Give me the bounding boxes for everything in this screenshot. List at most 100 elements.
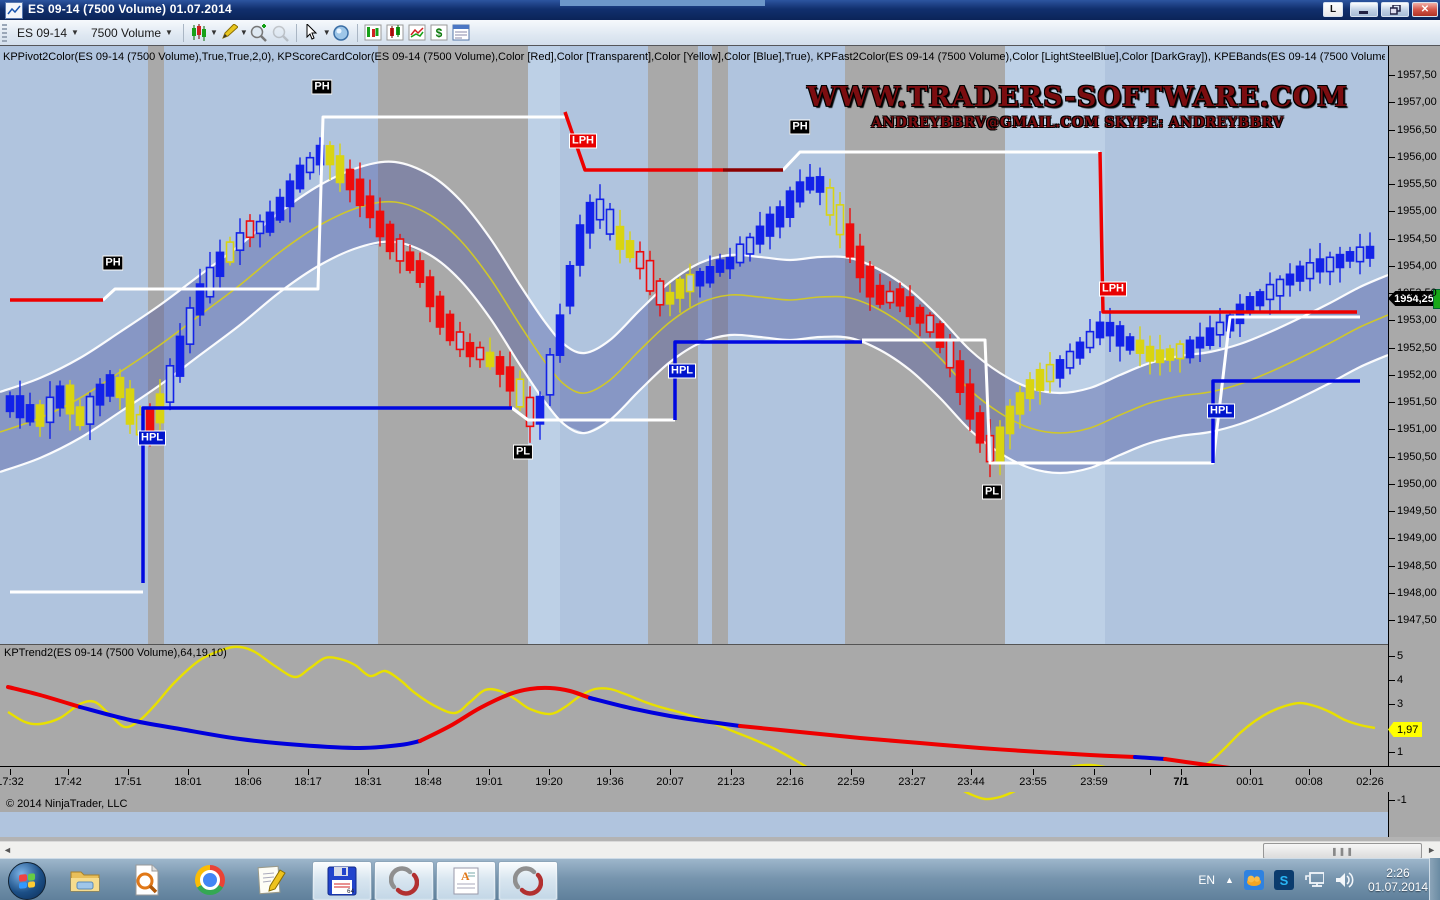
time-tick (489, 769, 490, 775)
time-label: 17:51 (114, 776, 142, 788)
price-tick-dash (1389, 157, 1395, 158)
scroll-left-icon[interactable]: ◄ (3, 845, 12, 855)
search-taskbar-icon[interactable] (128, 863, 166, 897)
language-indicator[interactable]: EN (1198, 873, 1215, 887)
instrument-selector[interactable]: ES 09-14 ▼ (11, 24, 85, 42)
zoom-in-icon[interactable] (249, 24, 269, 42)
pivot-label-hpl: HPL (138, 431, 166, 446)
toolbar-separator (183, 24, 184, 42)
price-tick-dash (1389, 593, 1395, 594)
chevron-down-icon[interactable]: ▼ (210, 28, 218, 37)
chrome-taskbar-icon[interactable] (191, 863, 229, 897)
time-label: 18:17 (294, 776, 322, 788)
time-tick (610, 769, 611, 775)
market-analyzer-icon[interactable] (385, 24, 405, 42)
price-tick-label: 1948,00 (1397, 587, 1437, 599)
price-tick-dash (1389, 620, 1395, 621)
scrollbar-thumb[interactable]: ❚❚❚ (1263, 843, 1422, 859)
time-tick (1250, 769, 1251, 775)
pivot-label-pl: PL (982, 485, 1002, 500)
price-tick-dash (1389, 566, 1395, 567)
account-dollar-icon[interactable]: $ (429, 24, 449, 42)
pivot-label-ph: PH (789, 120, 810, 135)
time-tick (1094, 769, 1095, 775)
chevron-down-icon[interactable]: ▼ (240, 28, 248, 37)
price-tick-label: 1947,50 (1397, 614, 1437, 626)
panel-tick-label: 4 (1397, 674, 1403, 686)
price-panel-canvas[interactable] (0, 46, 1388, 644)
price-tick-label: 1949,50 (1397, 505, 1437, 517)
panel-tick-dash (1389, 704, 1395, 705)
saved-chart-taskbar-button[interactable]: 64 (312, 861, 372, 900)
scroll-right-icon[interactable]: ► (1427, 845, 1436, 855)
wordpad-taskbar-button[interactable]: A (436, 861, 496, 900)
panel-tick-dash (1389, 800, 1395, 801)
price-axis[interactable]: 1954,25 1,97 -0,238 1957,501957,001956,5… (1388, 46, 1440, 837)
properties-form-icon[interactable] (451, 24, 471, 42)
taskbar-clock[interactable]: 2:26 01.07.2014 (1368, 866, 1428, 894)
time-label: 23:44 (957, 776, 985, 788)
time-label: 23:55 (1019, 776, 1047, 788)
volume-tray-icon[interactable] (1334, 870, 1354, 890)
toolbar-grip[interactable] (2, 24, 7, 42)
price-tick-dash (1389, 130, 1395, 131)
toolbar-separator (357, 24, 358, 42)
notepad-taskbar-icon[interactable] (253, 863, 291, 897)
price-tick-dash (1389, 266, 1395, 267)
ninjatrader-taskbar-button-2[interactable] (498, 861, 558, 900)
panel-tick-label: 5 (1397, 650, 1403, 662)
chart-toolbar: ES 09-14 ▼ 7500 Volume ▼ ▼ ▼ ▼ (0, 20, 1440, 46)
price-tick-dash (1389, 457, 1395, 458)
skype-tray-icon[interactable]: S (1274, 870, 1294, 890)
explorer-taskbar-icon[interactable] (66, 863, 104, 897)
chart-trader-icon[interactable] (363, 24, 383, 42)
price-tick-dash (1389, 538, 1395, 539)
tray-expand-icon[interactable]: ▲ (1225, 875, 1234, 885)
taskbar: 64 A EN ▲ S 2:26 (0, 858, 1440, 900)
close-icon[interactable]: ✕ (1412, 2, 1438, 17)
price-tick-dash (1389, 348, 1395, 349)
zoom-out-icon[interactable] (271, 24, 291, 42)
copyright-text: © 2014 NinjaTrader, LLC (6, 798, 127, 810)
tray-time: 2:26 (1368, 866, 1428, 880)
chart-area[interactable]: KPPivot2Color(ES 09-14 (7500 Volume),Tru… (0, 46, 1440, 837)
time-label: 7/1 (1173, 776, 1188, 788)
background-window-edge (560, 0, 765, 6)
link-button[interactable]: L (1323, 2, 1343, 17)
start-button[interactable] (8, 862, 46, 900)
window-titlebar[interactable]: ES 09-14 (7500 Volume) 01.07.2014 L ✕ (0, 0, 1440, 20)
cursor-icon[interactable] (302, 24, 322, 42)
chart-style-icon[interactable] (189, 24, 209, 42)
price-tick-label: 1957,00 (1397, 96, 1437, 108)
chevron-down-icon[interactable]: ▼ (323, 28, 331, 37)
windows-logo-icon (19, 873, 35, 889)
weather-tray-icon[interactable] (1244, 870, 1264, 890)
time-tick (851, 769, 852, 775)
time-tick (248, 769, 249, 775)
time-label: 20:07 (656, 776, 684, 788)
time-tick (731, 769, 732, 775)
time-label: 23:59 (1080, 776, 1108, 788)
data-box-icon[interactable] (332, 24, 352, 42)
time-tick (971, 769, 972, 775)
restore-button[interactable] (1381, 2, 1409, 17)
svg-text:$: $ (435, 26, 442, 40)
minimize-button[interactable] (1350, 2, 1378, 17)
price-tick-label: 1956,00 (1397, 151, 1437, 163)
time-tick (1309, 769, 1310, 775)
interval-selector[interactable]: 7500 Volume ▼ (85, 24, 179, 42)
draw-pencil-icon[interactable] (219, 24, 239, 42)
line-chart-icon[interactable] (407, 24, 427, 42)
network-tray-icon[interactable] (1304, 870, 1324, 890)
ninjatrader-taskbar-button[interactable] (374, 861, 434, 900)
horizontal-scrollbar[interactable]: ◄ ❚❚❚ ► (0, 841, 1440, 859)
pivot-label-lph: LPH (1099, 282, 1127, 297)
system-tray: EN ▲ S 2:26 01.07.2014 (1198, 859, 1428, 900)
show-desktop-button[interactable] (1429, 858, 1440, 900)
time-label: 00:01 (1236, 776, 1264, 788)
time-label: 00:08 (1295, 776, 1323, 788)
watermark-contact: ANDREYBBRV@GMAIL.COM SKYPE: ANDREYBBRV (807, 115, 1348, 131)
time-tick (670, 769, 671, 775)
price-tick-dash (1389, 511, 1395, 512)
toolbar-separator (296, 24, 297, 42)
